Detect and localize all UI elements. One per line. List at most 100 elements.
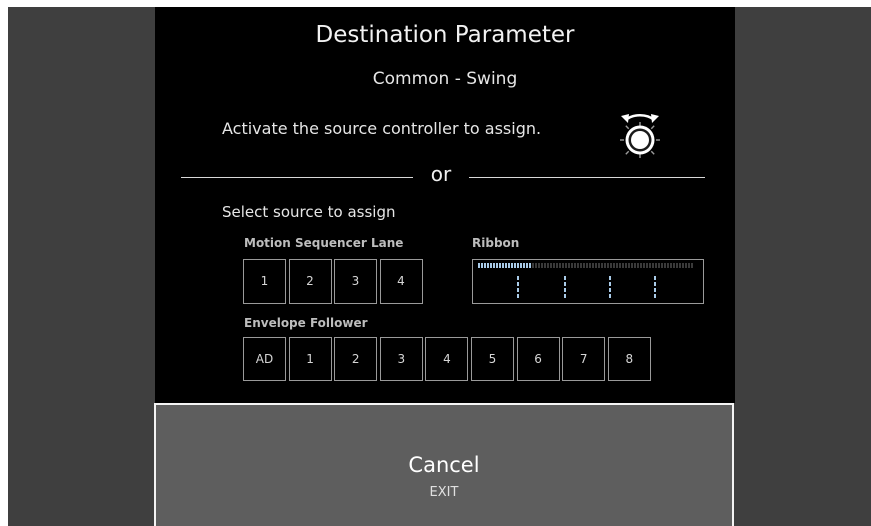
ribbon-segment <box>667 263 669 268</box>
ribbon-segment <box>685 263 687 268</box>
ribbon-segment <box>673 263 675 268</box>
lane-button-3[interactable]: 3 <box>334 259 377 304</box>
cancel-button[interactable]: Cancel EXIT <box>154 403 734 526</box>
instruction-text: Activate the source controller to assign… <box>222 119 542 138</box>
ribbon-segment <box>526 263 528 268</box>
ribbon-segment <box>592 263 594 268</box>
ribbon-segment <box>520 263 522 268</box>
ribbon-segment <box>529 263 531 268</box>
ribbon-segment <box>535 263 537 268</box>
ribbon-segment <box>487 263 489 268</box>
ribbon-segment <box>571 263 573 268</box>
ribbon-segment <box>493 263 495 268</box>
ribbon-segment <box>481 263 483 268</box>
ribbon-segment <box>553 263 555 268</box>
cancel-label: Cancel <box>408 453 480 477</box>
ribbon-segment <box>577 263 579 268</box>
ribbon-segment <box>601 263 603 268</box>
envelope-follower-button-5[interactable]: 5 <box>471 337 514 381</box>
ribbon-segment <box>511 263 513 268</box>
ribbon-segment <box>523 263 525 268</box>
lane-button-4[interactable]: 4 <box>379 259 423 304</box>
ribbon-segment <box>532 263 534 268</box>
ribbon-segment <box>517 263 519 268</box>
ribbon-segment <box>541 263 543 268</box>
envelope-follower-button-4[interactable]: 4 <box>425 337 469 381</box>
ribbon-label: Ribbon <box>472 236 520 250</box>
ribbon-segment <box>670 263 672 268</box>
ribbon-segment <box>688 263 690 268</box>
ribbon-segment <box>586 263 588 268</box>
ribbon-segment <box>604 263 606 268</box>
ribbon-segment <box>676 263 678 268</box>
envelope-follower-ad-button[interactable]: AD <box>243 337 286 381</box>
ribbon-segment <box>538 263 540 268</box>
exit-shortcut-label: EXIT <box>429 485 459 500</box>
ribbon-segment <box>613 263 615 268</box>
ribbon-segment <box>661 263 663 268</box>
ribbon-segment <box>637 263 639 268</box>
ribbon-segment <box>478 263 480 268</box>
ribbon-segment <box>562 263 564 268</box>
ribbon-segment <box>565 263 567 268</box>
ribbon-segment <box>643 263 645 268</box>
dialog-title: Destination Parameter <box>315 22 575 48</box>
ribbon-segment <box>559 263 561 268</box>
ribbon-segment <box>625 263 627 268</box>
ribbon-segment <box>490 263 492 268</box>
ribbon-segment <box>499 263 501 268</box>
ribbon-controller[interactable] <box>472 259 704 304</box>
envelope-follower-button-2[interactable]: 2 <box>334 337 378 381</box>
ribbon-segment <box>652 263 654 268</box>
ribbon-segment <box>595 263 597 268</box>
dialog-subtitle: Common - Swing <box>372 69 518 89</box>
motion-sequencer-lane-label: Motion Sequencer Lane <box>244 236 404 250</box>
select-source-label: Select source to assign <box>222 203 396 221</box>
divider-right <box>469 177 705 178</box>
ribbon-segment <box>634 263 636 268</box>
ribbon-segment <box>628 263 630 268</box>
ribbon-segment <box>655 263 657 268</box>
ribbon-segment <box>544 263 546 268</box>
ribbon-segment <box>664 263 666 268</box>
ribbon-segment <box>646 263 648 268</box>
ribbon-segment <box>682 263 684 268</box>
ribbon-segment <box>640 263 642 268</box>
ribbon-segment <box>607 263 609 268</box>
ribbon-segment <box>574 263 576 268</box>
knob-rotate-icon <box>615 103 665 161</box>
divider-left <box>181 177 413 178</box>
ribbon-segment <box>616 263 618 268</box>
ribbon-segment <box>622 263 624 268</box>
ribbon-segment <box>550 263 552 268</box>
ribbon-segment <box>649 263 651 268</box>
ribbon-segment <box>547 263 549 268</box>
lane-button-2[interactable]: 2 <box>288 259 332 304</box>
ribbon-segment <box>556 263 558 268</box>
ribbon-segment <box>568 263 570 268</box>
ribbon-segment <box>508 263 510 268</box>
ribbon-segment <box>502 263 504 268</box>
envelope-follower-button-3[interactable]: 3 <box>379 337 423 381</box>
or-separator: or <box>430 162 452 186</box>
ribbon-segment <box>589 263 591 268</box>
envelope-follower-button-6[interactable]: 6 <box>516 337 560 381</box>
ribbon-segment <box>610 263 612 268</box>
ribbon-segment <box>679 263 681 268</box>
envelope-follower-button-1[interactable]: 1 <box>288 337 332 381</box>
destination-parameter-dialog: Destination Parameter Common - Swing Act… <box>155 7 735 403</box>
ribbon-segment <box>580 263 582 268</box>
envelope-follower-button-7[interactable]: 7 <box>562 337 606 381</box>
envelope-follower-label: Envelope Follower <box>244 316 368 330</box>
ribbon-segment <box>619 263 621 268</box>
ribbon-segment <box>658 263 660 268</box>
ribbon-segment <box>484 263 486 268</box>
ribbon-segment <box>631 263 633 268</box>
ribbon-segment <box>583 263 585 268</box>
ribbon-segment <box>505 263 507 268</box>
ribbon-segment <box>514 263 516 268</box>
ribbon-indicator <box>478 263 693 299</box>
envelope-follower-button-8[interactable]: 8 <box>607 337 651 381</box>
screen: Destination Parameter Common - Swing Act… <box>8 7 871 526</box>
lane-button-1[interactable]: 1 <box>243 259 286 304</box>
